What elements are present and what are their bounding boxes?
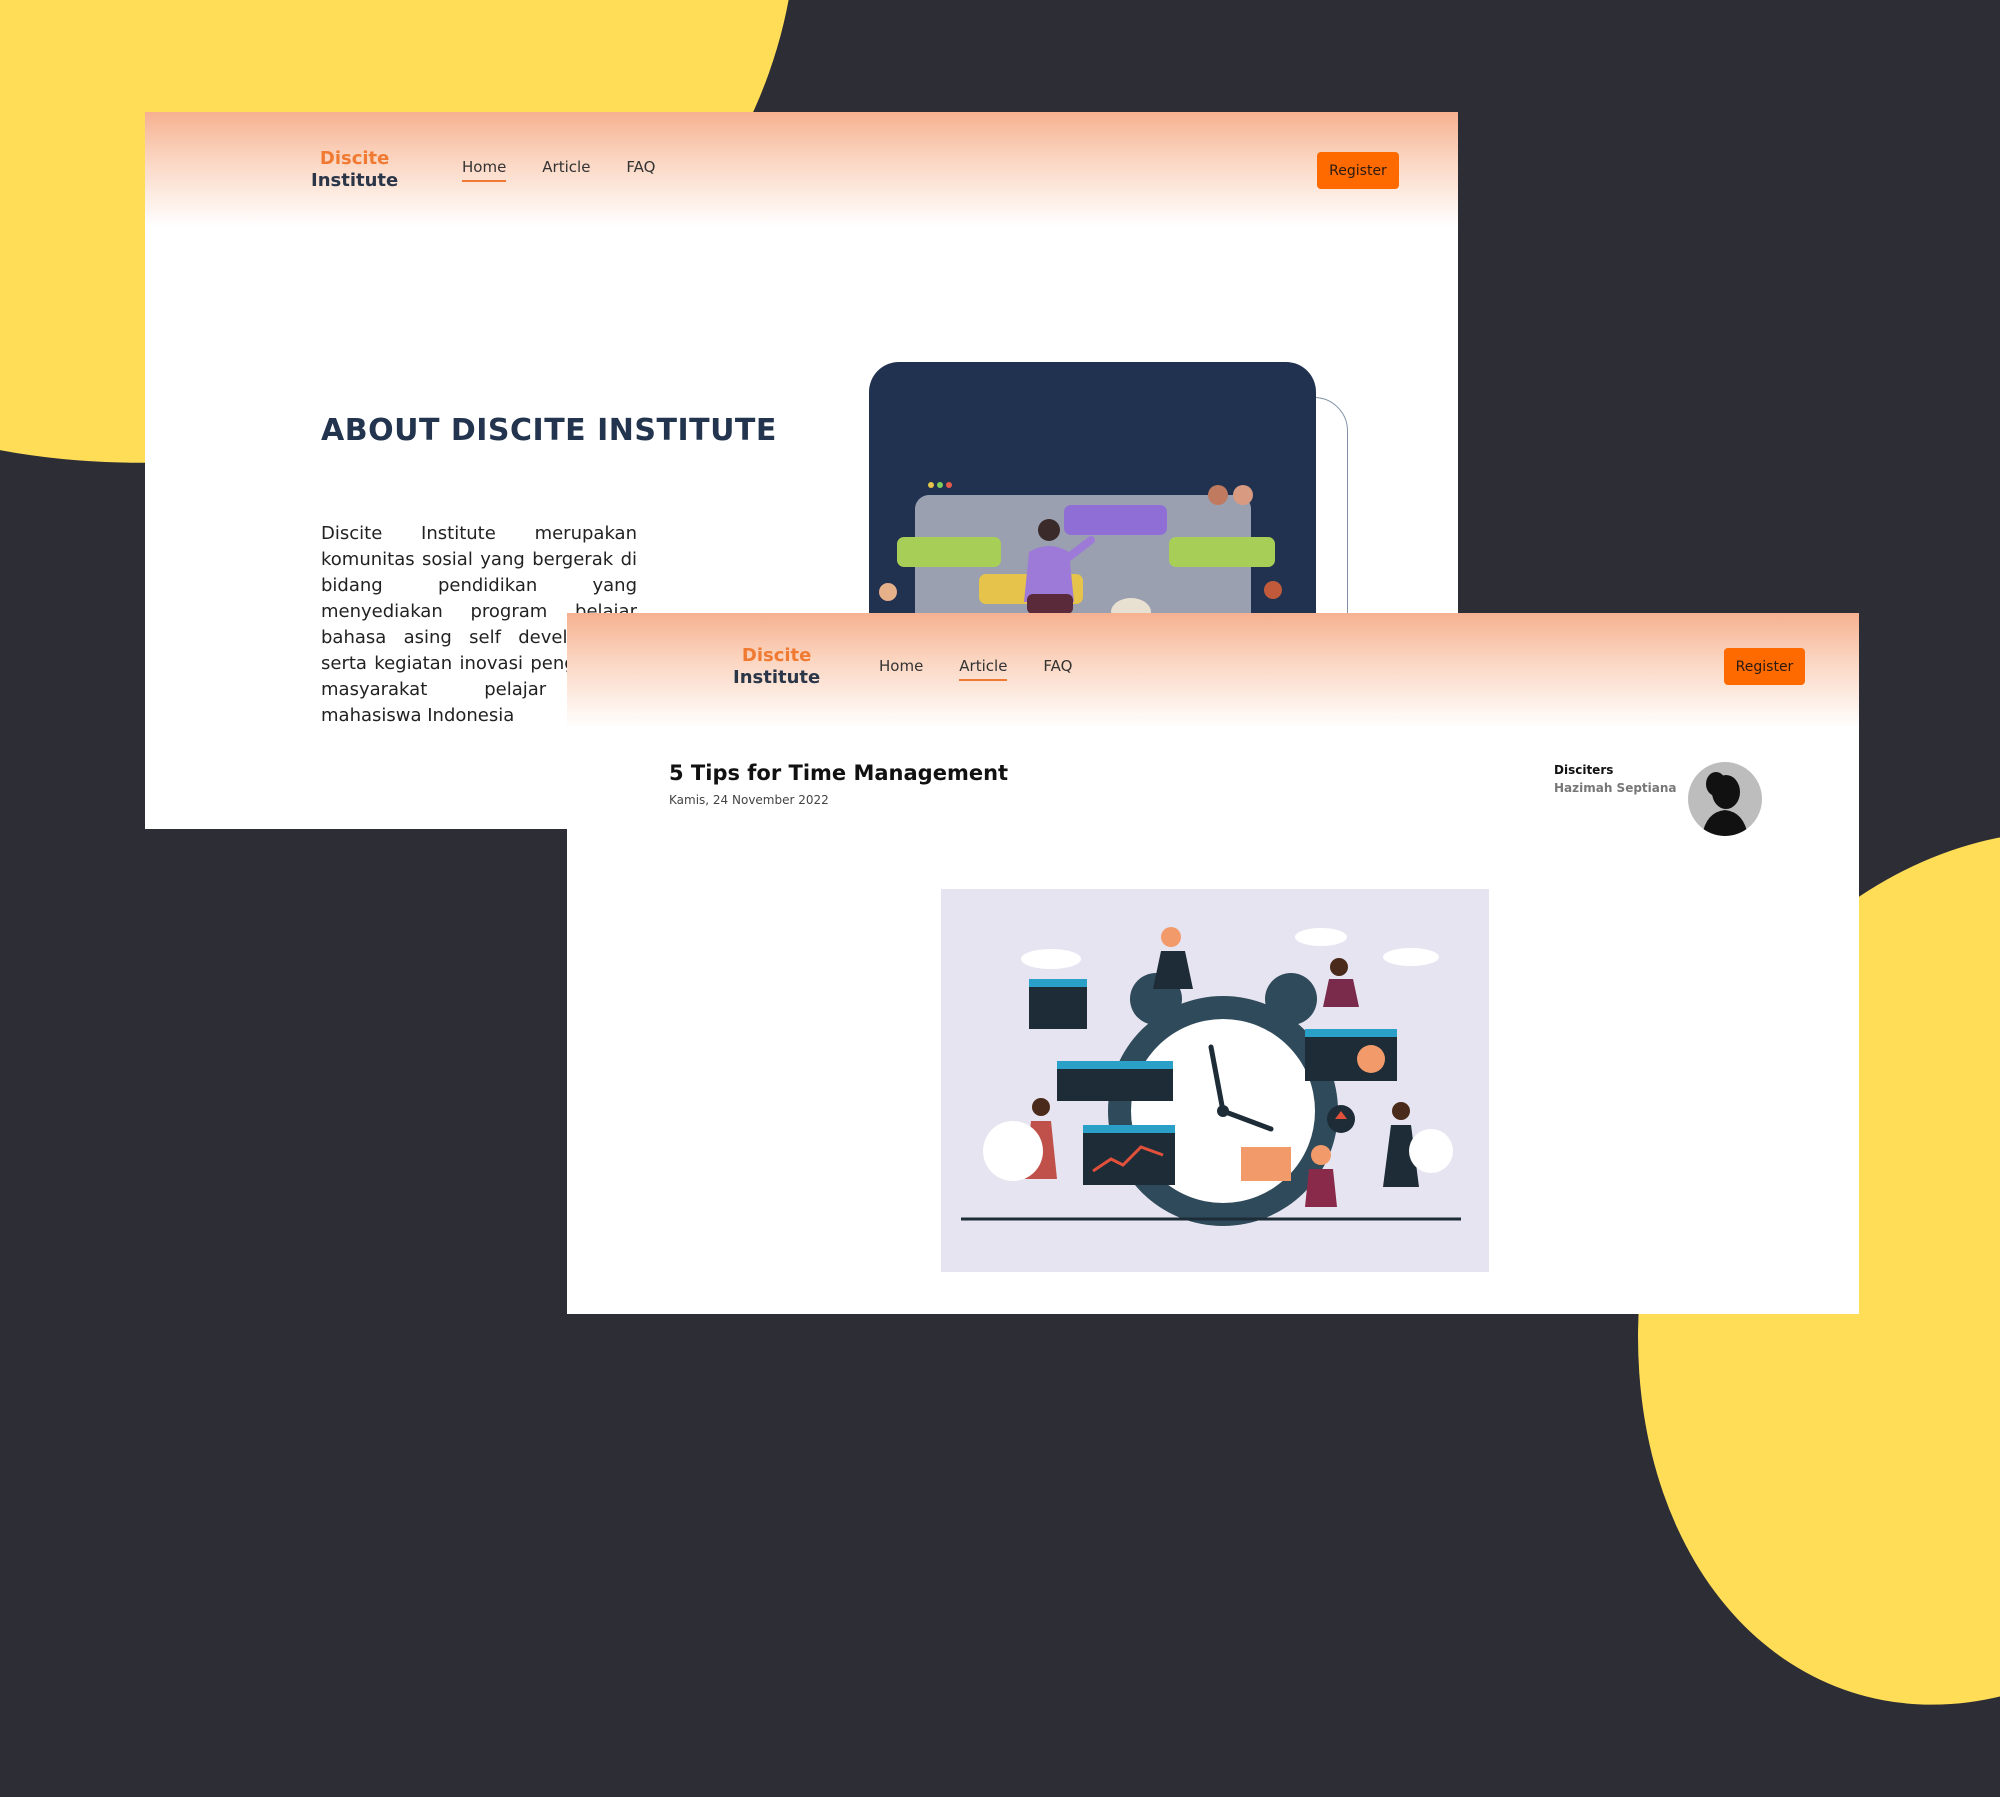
nav-home-link[interactable]: Home — [462, 158, 507, 182]
article-page-mockup: Discite Institute Home Article FAQ Regis… — [567, 613, 1859, 1314]
navbar: Discite Institute Home Article FAQ Regis… — [145, 112, 1458, 227]
logo-line-1: Discite — [741, 645, 812, 666]
register-button[interactable]: Register — [1317, 152, 1399, 189]
nav-links: Home Article FAQ — [462, 158, 655, 182]
alarm-clock-teamwork-icon — [961, 927, 1461, 1226]
article-title: 5 Tips for Time Management — [669, 761, 1009, 785]
navbar: Discite Institute Home Article FAQ Regis… — [567, 613, 1859, 728]
nav-faq-link[interactable]: FAQ — [626, 158, 655, 176]
register-button[interactable]: Register — [1724, 648, 1805, 685]
nav-article-link[interactable]: Article — [959, 657, 1008, 681]
nav-faq-link[interactable]: FAQ — [1043, 657, 1072, 675]
nav-links: Home Article FAQ — [879, 657, 1072, 681]
logo-line-2: Institute — [733, 667, 821, 688]
article-date: Kamis, 24 November 2022 — [669, 793, 829, 807]
author-label: Disciters — [1554, 763, 1614, 777]
author-name: Hazimah Septiana — [1554, 781, 1677, 795]
site-logo[interactable]: Discite Institute — [311, 148, 398, 192]
nav-article-link[interactable]: Article — [542, 158, 590, 176]
article-image — [941, 889, 1489, 1272]
site-logo[interactable]: Discite Institute — [733, 645, 820, 689]
logo-line-2: Institute — [311, 170, 399, 191]
article-body-cutoff — [727, 1306, 1727, 1314]
about-title: ABOUT DISCITE INSTITUTE — [321, 413, 777, 448]
logo-line-1: Discite — [319, 148, 390, 169]
nav-home-link[interactable]: Home — [879, 657, 923, 675]
person-silhouette-icon — [1702, 772, 1748, 836]
author-avatar[interactable] — [1688, 762, 1762, 836]
